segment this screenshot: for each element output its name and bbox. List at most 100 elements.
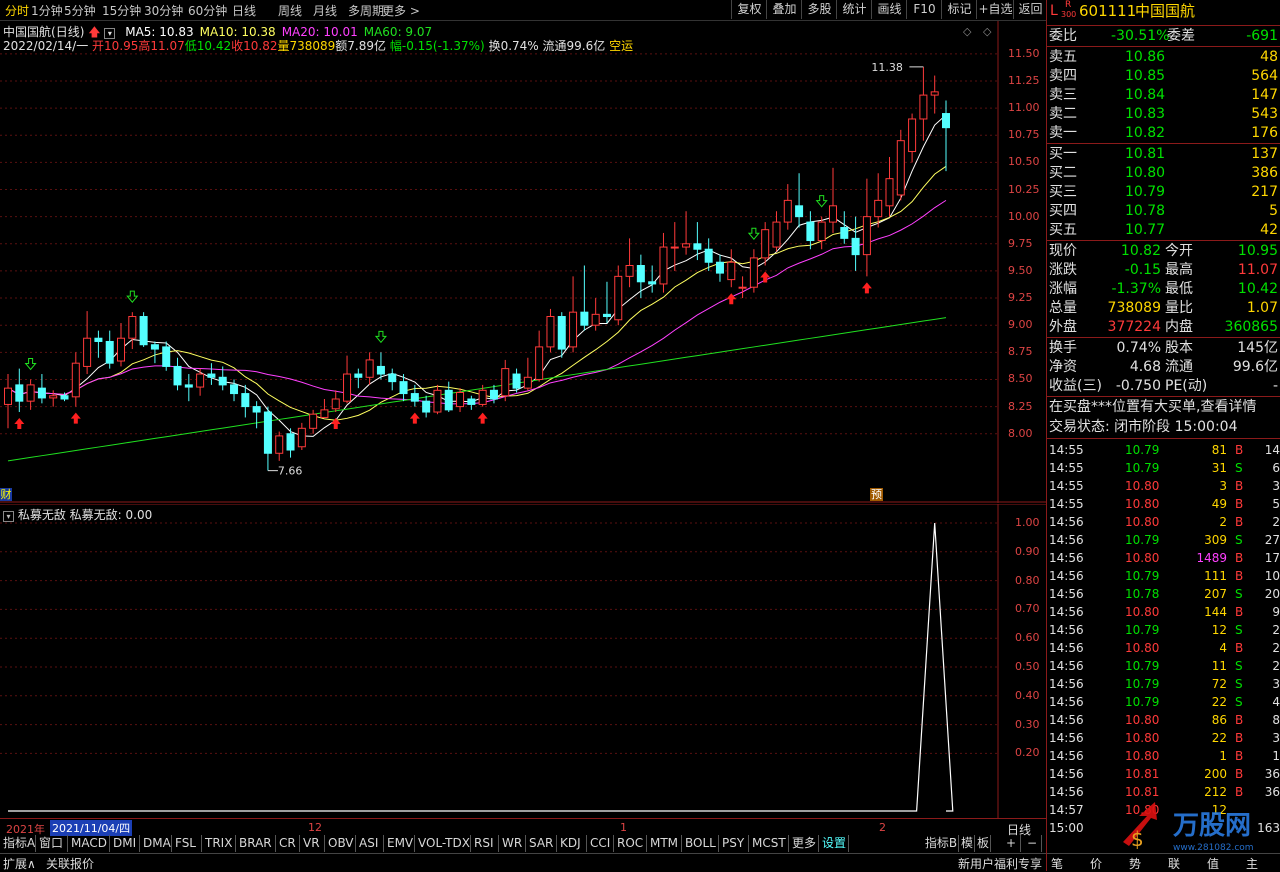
- indicator-tab-23[interactable]: MCST: [749, 835, 789, 852]
- candle-body: [184, 384, 193, 388]
- expand-button[interactable]: 扩展∧: [3, 855, 36, 872]
- period-tab-0[interactable]: 分时: [5, 2, 29, 19]
- main-chart-area[interactable]: 11.38 7.66 中国国航(日线) 🡅 ▾ MA5: 10.83 MA10: 1…: [0, 21, 1046, 503]
- candle-body: [263, 411, 272, 454]
- cai-badge[interactable]: 财: [0, 488, 12, 501]
- indicator-tab-8[interactable]: CR: [276, 835, 300, 852]
- indicator-chart[interactable]: [0, 504, 1046, 818]
- toolbar-button-8[interactable]: 返回: [1013, 0, 1047, 19]
- ask-price[interactable]: 10.85: [1125, 67, 1165, 86]
- candle-body: [659, 246, 668, 285]
- indicator-tab-9[interactable]: VR: [300, 835, 325, 852]
- indicator-tab-17[interactable]: KDJ: [557, 835, 587, 852]
- candle-body: [422, 400, 431, 413]
- stat2-label-2: 流通: [1165, 359, 1193, 375]
- period-tab-1[interactable]: 1分钟: [31, 2, 63, 19]
- kline-chart[interactable]: 11.38 7.66: [0, 21, 1046, 503]
- tick-count: 3: [1272, 479, 1280, 493]
- expand-icon[interactable]: ◇: [983, 25, 991, 38]
- indicator-tab-12[interactable]: EMV: [384, 835, 415, 852]
- trade-status-row: 交易状态: 闭市阶段 15:00:04: [1047, 418, 1280, 437]
- diamond-icon[interactable]: ◇: [963, 25, 971, 38]
- bid-price[interactable]: 10.77: [1125, 221, 1165, 240]
- bid-price[interactable]: 10.80: [1125, 164, 1165, 183]
- indicator-tab-0[interactable]: 指标A: [0, 835, 36, 852]
- ask-price[interactable]: 10.86: [1125, 48, 1165, 67]
- new-user-promo-link[interactable]: 新用户福利专享: [958, 855, 1042, 872]
- indicator-tab-11[interactable]: ASI: [356, 835, 384, 852]
- quote-tab-1[interactable]: 价: [1090, 855, 1102, 872]
- toolbar-button-7[interactable]: +自选: [976, 0, 1014, 19]
- tick-time: 14:56: [1049, 695, 1084, 709]
- toolbar-button-1[interactable]: 叠加: [766, 0, 802, 19]
- indicator-tab-21[interactable]: BOLL: [682, 835, 719, 852]
- candle-body: [874, 199, 883, 218]
- indicator-tab-7[interactable]: BRAR: [236, 835, 276, 852]
- toolbar-button-0[interactable]: 复权: [731, 0, 767, 19]
- candle-body: [297, 427, 306, 448]
- indicator-tab-24[interactable]: 更多: [789, 835, 819, 852]
- candle: [930, 75, 939, 114]
- toolbar-button-3[interactable]: 统计: [836, 0, 872, 19]
- price-tick-6: 10.00: [1008, 209, 1040, 223]
- period-tab-10[interactable]: 更多 >: [382, 2, 420, 19]
- indicator-tab-15[interactable]: WR: [499, 835, 526, 852]
- indicator-tab-16[interactable]: SAR: [526, 835, 557, 852]
- tick-price: 10.78: [1125, 587, 1160, 601]
- indicator-tab-2[interactable]: MACD: [68, 835, 110, 852]
- indicator-right-tab-2[interactable]: 板: [976, 835, 991, 852]
- period-tab-3[interactable]: 15分钟: [102, 2, 141, 19]
- indicator-tab-6[interactable]: TRIX: [202, 835, 236, 852]
- indicator-tab-3[interactable]: DMI: [110, 835, 140, 852]
- period-tab-4[interactable]: 30分钟: [144, 2, 183, 19]
- indicator-right-tab-0[interactable]: 指标B: [924, 835, 959, 852]
- stat2-label: 换手: [1049, 340, 1077, 356]
- toolbar-button-4[interactable]: 画线: [871, 0, 907, 19]
- period-tab-6[interactable]: 日线: [232, 2, 256, 19]
- bid-price[interactable]: 10.81: [1125, 145, 1165, 164]
- ask-price[interactable]: 10.84: [1125, 86, 1165, 105]
- bid-volume: 137: [1251, 146, 1278, 162]
- indicator-right-tab-4[interactable]: −: [1023, 835, 1042, 852]
- toolbar-button-6[interactable]: 标记: [941, 0, 977, 19]
- indicator-tab-19[interactable]: ROC: [614, 835, 647, 852]
- toolbar-button-2[interactable]: 多股: [801, 0, 837, 19]
- related-quote-button[interactable]: 关联报价: [46, 855, 94, 872]
- quote-tab-0[interactable]: 笔: [1051, 855, 1063, 872]
- indicator-right-tab-1[interactable]: 模: [960, 835, 975, 852]
- indicator-tab-20[interactable]: MTM: [647, 835, 682, 852]
- indicator-tab-25[interactable]: 设置: [819, 835, 849, 852]
- indicator-tab-18[interactable]: CCI: [587, 835, 614, 852]
- bid-price[interactable]: 10.79: [1125, 183, 1165, 202]
- ask-row-0: 卖五 10.86 48: [1047, 48, 1280, 67]
- indicator-tab-22[interactable]: PSY: [719, 835, 749, 852]
- indicator-tab-5[interactable]: FSL: [172, 835, 202, 852]
- candle: [557, 312, 566, 358]
- price-tick-14: 8.00: [1008, 426, 1033, 440]
- indicator-area[interactable]: ▾ 私募无敌 私募无敌: 0.00 1.00 0.90 0.80 0.70 0.60 0.…: [0, 504, 1046, 818]
- indicator-tab-4[interactable]: DMA: [140, 835, 172, 852]
- bid-price[interactable]: 10.78: [1125, 202, 1165, 221]
- period-tab-5[interactable]: 60分钟: [188, 2, 227, 19]
- period-tab-9[interactable]: 多周期: [348, 2, 384, 19]
- indicator-tab-10[interactable]: OBV: [325, 835, 356, 852]
- period-tab-2[interactable]: 5分钟: [64, 2, 96, 19]
- stat-row-2: 涨幅 -1.37% 最低 10.42: [1047, 280, 1280, 299]
- bid-row-3: 买四 10.78 5: [1047, 202, 1280, 221]
- indicator-collapse-icon[interactable]: ▾: [3, 511, 14, 522]
- ask-price[interactable]: 10.82: [1125, 124, 1165, 143]
- candle: [184, 374, 193, 402]
- indicator-tab-1[interactable]: 窗口: [36, 835, 68, 852]
- yu-badge[interactable]: 预: [870, 488, 883, 501]
- big-order-link[interactable]: 在买盘***位置有大买单,查看详情: [1049, 398, 1256, 417]
- tick-count: 9: [1272, 605, 1280, 619]
- indicator-right-tab-3[interactable]: +: [1002, 835, 1021, 852]
- toolbar-button-5[interactable]: F10: [906, 0, 942, 19]
- period-tab-7[interactable]: 周线: [278, 2, 302, 19]
- indicator-tab-14[interactable]: RSI: [471, 835, 499, 852]
- ask-price[interactable]: 10.83: [1125, 105, 1165, 124]
- candle: [874, 173, 883, 228]
- tick-volume: 2: [1219, 515, 1227, 529]
- indicator-tab-13[interactable]: VOL-TDX: [415, 835, 471, 852]
- period-tab-8[interactable]: 月线: [313, 2, 337, 19]
